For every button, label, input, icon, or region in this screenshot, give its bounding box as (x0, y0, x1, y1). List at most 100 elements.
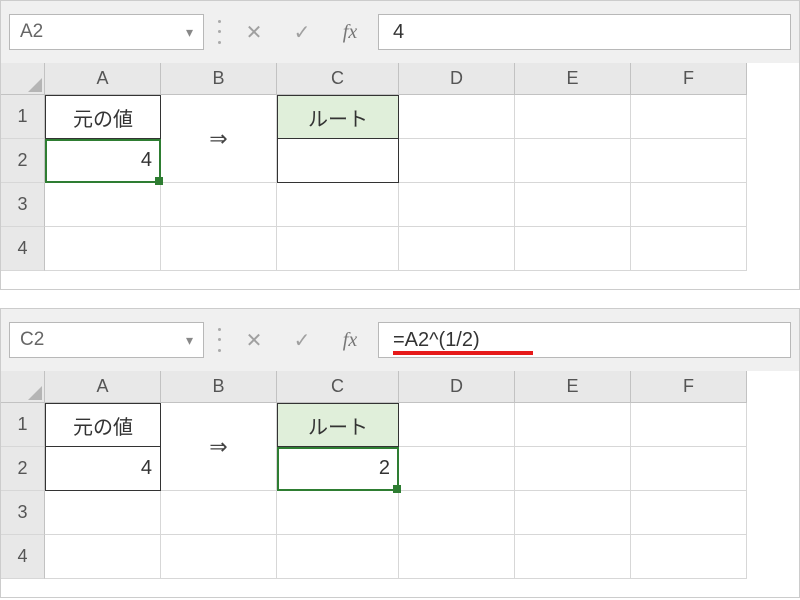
cell-C4[interactable] (277, 227, 399, 271)
cell-D2[interactable] (399, 139, 515, 183)
select-all-corner[interactable] (1, 371, 45, 403)
check-icon: ✓ (294, 328, 311, 353)
name-box-dropdown-icon[interactable]: ▾ (186, 332, 193, 349)
arrow-icon: ⇒ (209, 126, 227, 152)
col-header-D[interactable]: D (399, 63, 515, 95)
row-header-4[interactable]: 4 (1, 535, 45, 579)
col-header-B[interactable]: B (161, 371, 277, 403)
cancel-button[interactable]: ✕ (234, 322, 274, 358)
grid-area: A B C D E F 1 元の値 ⇒ ルート 2 4 3 (1, 63, 799, 289)
name-box-value: A2 (20, 21, 186, 43)
cell-A2[interactable]: 4 (45, 139, 161, 183)
cell-D1[interactable] (399, 95, 515, 139)
cell-D3[interactable] (399, 183, 515, 227)
formula-input[interactable]: =A2^(1/2) (378, 322, 791, 358)
name-box[interactable]: C2 ▾ (9, 322, 204, 358)
cell-B4[interactable] (161, 227, 277, 271)
cancel-icon: ✕ (246, 20, 263, 45)
col-header-E[interactable]: E (515, 371, 631, 403)
grid-area: A B C D E F 1 元の値 ⇒ ルート 2 4 2 3 (1, 371, 799, 597)
col-header-E[interactable]: E (515, 63, 631, 95)
grid: A B C D E F 1 元の値 ⇒ ルート 2 4 2 3 (1, 371, 799, 579)
cell-E2[interactable] (515, 139, 631, 183)
cell-A1[interactable]: 元の値 (45, 95, 161, 139)
cell-F4[interactable] (631, 535, 747, 579)
formula-bar-divider (218, 16, 220, 48)
col-header-C[interactable]: C (277, 63, 399, 95)
name-box-dropdown-icon[interactable]: ▾ (186, 24, 193, 41)
col-header-F[interactable]: F (631, 63, 747, 95)
col-header-A[interactable]: A (45, 371, 161, 403)
cell-C4[interactable] (277, 535, 399, 579)
enter-button[interactable]: ✓ (282, 14, 322, 50)
cell-E1[interactable] (515, 403, 631, 447)
cell-A3[interactable] (45, 491, 161, 535)
col-header-B[interactable]: B (161, 63, 277, 95)
cell-F4[interactable] (631, 227, 747, 271)
cell-D3[interactable] (399, 491, 515, 535)
row-header-4[interactable]: 4 (1, 227, 45, 271)
row-header-1[interactable]: 1 (1, 95, 45, 139)
insert-function-button[interactable]: fx (330, 322, 370, 358)
insert-function-button[interactable]: fx (330, 14, 370, 50)
formula-input[interactable]: 4 (378, 14, 791, 50)
formula-highlight-underline (393, 351, 533, 355)
cell-A1[interactable]: 元の値 (45, 403, 161, 447)
cell-C1[interactable]: ルート (277, 403, 399, 447)
cell-C3[interactable] (277, 183, 399, 227)
row-header-1[interactable]: 1 (1, 403, 45, 447)
cell-A3[interactable] (45, 183, 161, 227)
formula-bar: A2 ▾ ✕ ✓ fx 4 (1, 1, 799, 63)
col-header-F[interactable]: F (631, 371, 747, 403)
cell-D4[interactable] (399, 535, 515, 579)
formula-input-value: =A2^(1/2) (393, 329, 480, 352)
cell-D2[interactable] (399, 447, 515, 491)
col-header-C[interactable]: C (277, 371, 399, 403)
cell-A4[interactable] (45, 535, 161, 579)
formula-bar-divider (218, 324, 220, 356)
col-header-A[interactable]: A (45, 63, 161, 95)
select-all-corner[interactable] (1, 63, 45, 95)
col-header-D[interactable]: D (399, 371, 515, 403)
formula-input-value: 4 (393, 21, 404, 44)
cancel-button[interactable]: ✕ (234, 14, 274, 50)
enter-button[interactable]: ✓ (282, 322, 322, 358)
cell-E4[interactable] (515, 227, 631, 271)
cell-E4[interactable] (515, 535, 631, 579)
cell-B1[interactable]: ⇒ (161, 403, 277, 491)
cell-B1[interactable]: ⇒ (161, 95, 277, 183)
cell-F1[interactable] (631, 95, 747, 139)
cell-C2[interactable] (277, 139, 399, 183)
cell-B4[interactable] (161, 535, 277, 579)
cell-E3[interactable] (515, 183, 631, 227)
grid: A B C D E F 1 元の値 ⇒ ルート 2 4 3 (1, 63, 799, 271)
fx-icon: fx (343, 329, 357, 352)
cell-D1[interactable] (399, 403, 515, 447)
cell-C2[interactable]: 2 (277, 447, 399, 491)
cell-B3[interactable] (161, 491, 277, 535)
cell-E1[interactable] (515, 95, 631, 139)
cell-F2[interactable] (631, 447, 747, 491)
cell-F1[interactable] (631, 403, 747, 447)
row-header-3[interactable]: 3 (1, 491, 45, 535)
row-header-2[interactable]: 2 (1, 447, 45, 491)
cell-E3[interactable] (515, 491, 631, 535)
name-box-value: C2 (20, 329, 186, 351)
cell-F3[interactable] (631, 491, 747, 535)
name-box[interactable]: A2 ▾ (9, 14, 204, 50)
excel-after-panel: C2 ▾ ✕ ✓ fx =A2^(1/2) A B C D E F 1 元の値 … (0, 308, 800, 598)
row-header-2[interactable]: 2 (1, 139, 45, 183)
arrow-icon: ⇒ (209, 434, 227, 460)
cell-F2[interactable] (631, 139, 747, 183)
cell-C1[interactable]: ルート (277, 95, 399, 139)
cell-D4[interactable] (399, 227, 515, 271)
fx-icon: fx (343, 21, 357, 44)
cell-F3[interactable] (631, 183, 747, 227)
cell-E2[interactable] (515, 447, 631, 491)
cell-A2[interactable]: 4 (45, 447, 161, 491)
formula-bar: C2 ▾ ✕ ✓ fx =A2^(1/2) (1, 309, 799, 371)
cell-C3[interactable] (277, 491, 399, 535)
row-header-3[interactable]: 3 (1, 183, 45, 227)
cell-B3[interactable] (161, 183, 277, 227)
cell-A4[interactable] (45, 227, 161, 271)
